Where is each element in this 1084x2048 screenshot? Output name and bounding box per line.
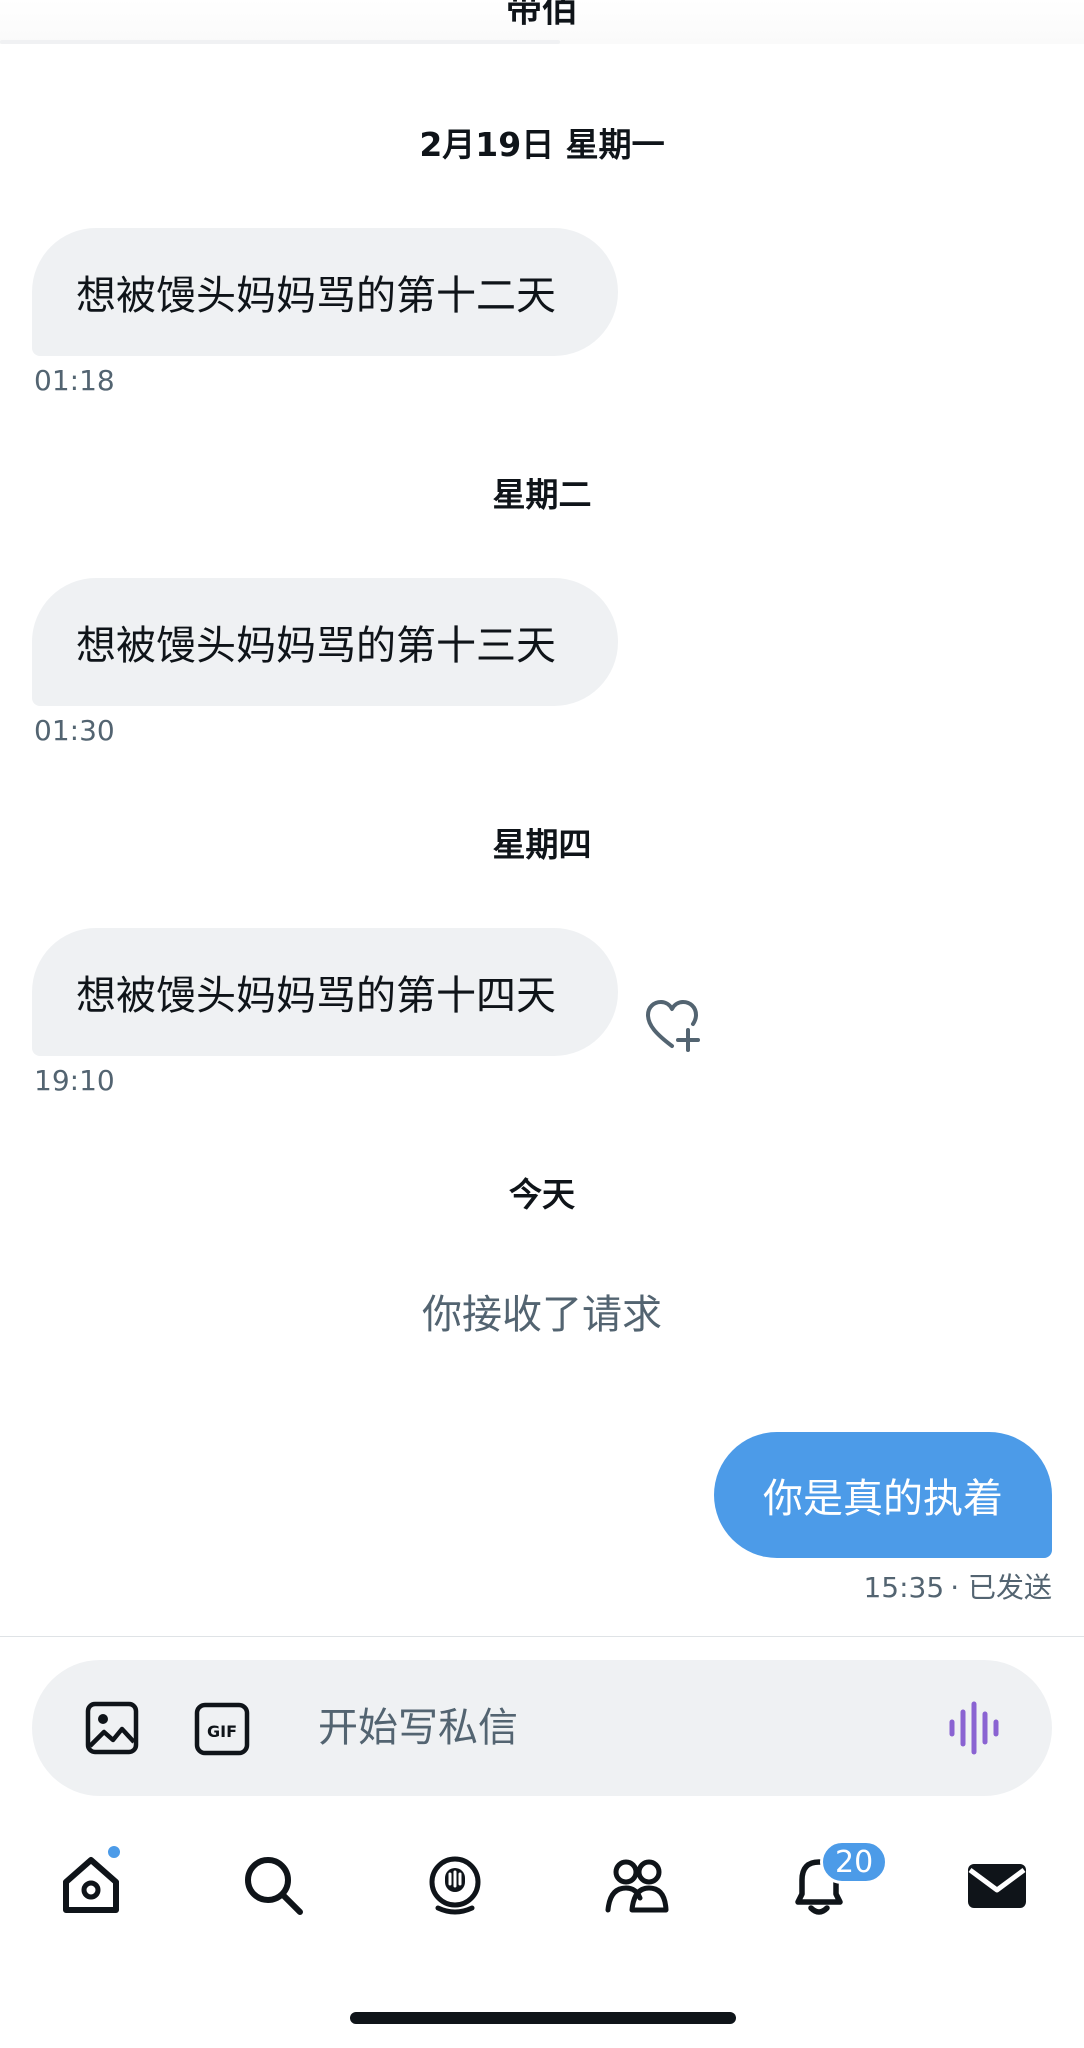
messages-envelope-icon[interactable] <box>962 1850 1032 1920</box>
request-accepted-note: 你接收了请求 <box>422 1292 662 1338</box>
incoming-message-bubble[interactable]: 想被馒头妈妈骂的第十三天 <box>32 578 618 706</box>
heart-plus-icon[interactable] <box>642 994 702 1054</box>
date-separator: 2月19日 星期一 <box>419 125 665 164</box>
dm-conversation-screen: 带佰 2月19日 星期一 想被馒头妈妈骂的第十二天 01:18 星期二 想被馒头… <box>0 0 1084 2048</box>
spaces-icon[interactable] <box>420 1850 490 1920</box>
home-indicator[interactable] <box>350 2012 736 2024</box>
gif-icon[interactable]: GIF <box>194 1702 250 1756</box>
notifications-badge: 20 <box>820 1840 889 1884</box>
message-composer: GIF <box>32 1660 1052 1796</box>
search-icon[interactable] <box>238 1850 308 1920</box>
composer-divider <box>0 1636 1084 1637</box>
date-separator-today: 今天 <box>509 1175 575 1214</box>
message-timestamp: 01:18 <box>34 364 115 397</box>
incoming-message-bubble[interactable]: 想被馒头妈妈骂的第十四天 <box>32 928 618 1056</box>
communities-icon[interactable] <box>602 1850 672 1920</box>
header-remnant: 带佰 <box>0 0 1084 44</box>
bottom-tab-bar <box>0 1836 1084 1946</box>
message-status: · 已发送 <box>950 1571 1052 1604</box>
message-timestamp: 15:35 <box>863 1571 945 1604</box>
date-separator: 星期二 <box>492 475 592 514</box>
message-timestamp: 01:30 <box>34 714 115 747</box>
home-icon[interactable] <box>56 1850 126 1920</box>
svg-text:GIF: GIF <box>207 1722 237 1741</box>
header-shadow <box>0 40 560 44</box>
date-separator: 星期四 <box>492 825 592 864</box>
incoming-message-bubble[interactable]: 想被馒头妈妈骂的第十二天 <box>32 228 618 356</box>
header-title-partial: 带佰 <box>505 0 578 30</box>
outgoing-message-meta: 15:35 · 已发送 <box>863 1566 1052 1606</box>
image-icon[interactable] <box>84 1700 140 1756</box>
voice-message-icon[interactable] <box>946 1700 1002 1756</box>
message-input[interactable] <box>318 1688 918 1768</box>
message-timestamp: 19:10 <box>34 1064 115 1097</box>
home-unread-dot <box>106 1844 122 1860</box>
outgoing-message-bubble[interactable]: 你是真的执着 <box>714 1432 1052 1558</box>
